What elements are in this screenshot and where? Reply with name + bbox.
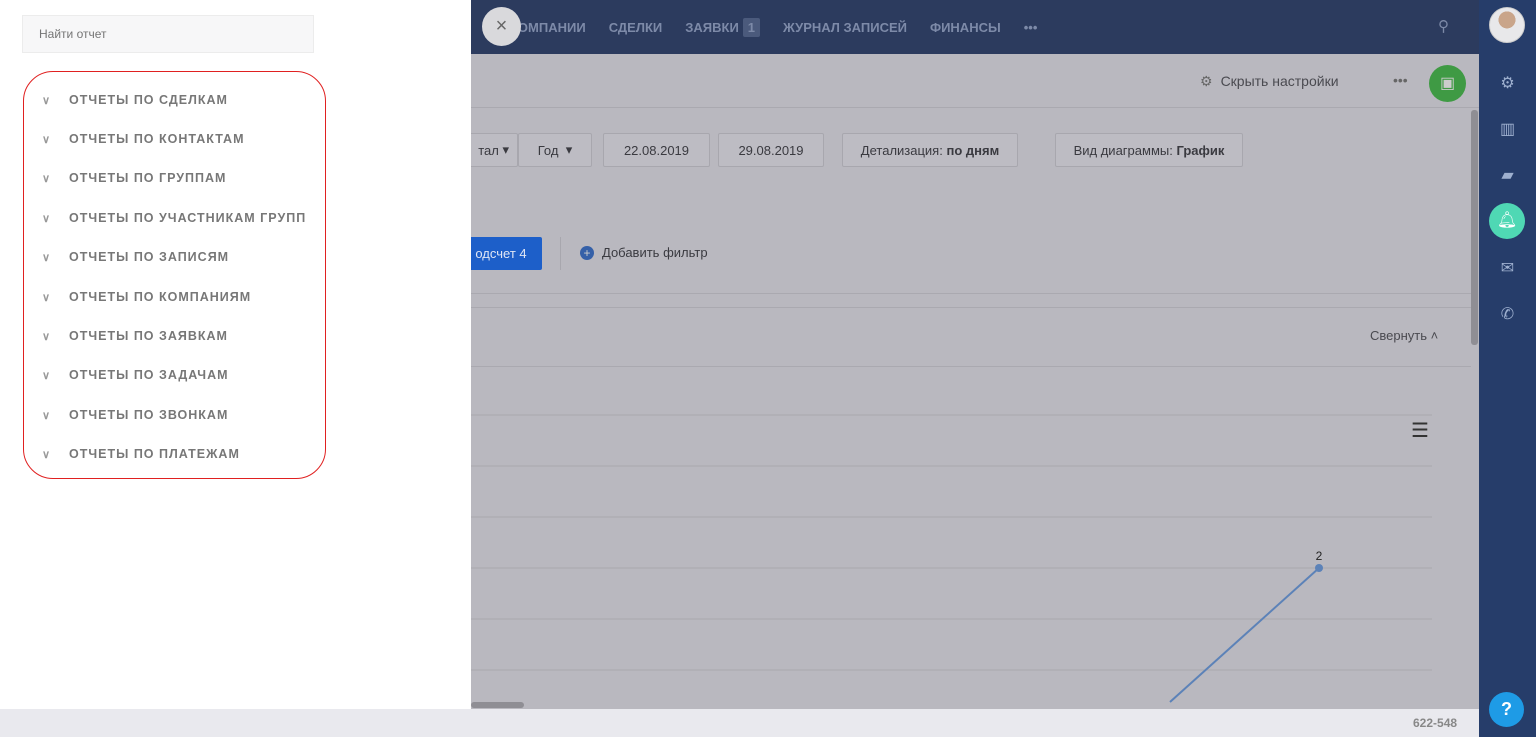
nav-requests[interactable]: ЗАЯВКИ 1 <box>685 17 761 37</box>
chevron-down-icon: ∨ <box>42 448 52 461</box>
report-group-calls[interactable]: ∨ ОТЧЕТЫ ПО ЗВОНКАМ <box>42 408 228 422</box>
more-button[interactable]: ••• <box>1393 72 1408 88</box>
collapse-button[interactable]: Свернуть ˄ <box>1370 328 1438 343</box>
detail-value: по дням <box>946 142 1000 158</box>
chevron-down-icon: ∨ <box>42 291 52 304</box>
save-icon[interactable]: ▣ <box>1429 65 1466 102</box>
data-label: 2 <box>1316 549 1323 563</box>
report-group-label: ОТЧЕТЫ ПО КОМПАНИЯМ <box>69 290 252 304</box>
report-group-companies[interactable]: ∨ ОТЧЕТЫ ПО КОМПАНИЯМ <box>42 290 251 304</box>
report-group-tasks[interactable]: ∨ ОТЧЕТЫ ПО ЗАДАЧАМ <box>42 368 229 382</box>
nav-more-button[interactable]: ••• <box>1024 20 1038 35</box>
add-filter-button[interactable]: + Добавить фильтр <box>580 245 708 260</box>
divider <box>471 293 1471 294</box>
nav-deals[interactable]: СДЕЛКИ <box>609 20 663 35</box>
chevron-down-icon: ∨ <box>42 251 52 264</box>
report-group-groups[interactable]: ∨ ОТЧЕТЫ ПО ГРУППАМ <box>42 171 226 185</box>
chevron-down-icon: ∨ <box>42 94 52 107</box>
report-search-input[interactable] <box>22 15 314 53</box>
requests-badge: 1 <box>742 17 761 37</box>
nav-requests-label: ЗАЯВКИ <box>685 19 739 35</box>
portal-value: тал <box>478 142 499 158</box>
chevron-down-icon: ∨ <box>42 330 52 343</box>
divider <box>471 366 1471 367</box>
hide-settings-button[interactable]: ⚙ Скрыть настройки <box>1200 73 1339 90</box>
report-group-label: ОТЧЕТЫ ПО ЗВОНКАМ <box>69 408 229 422</box>
chart-type-label: Вид диаграммы: <box>1073 142 1173 158</box>
chart: 2 <box>471 414 1432 703</box>
period-value: Год <box>537 142 559 158</box>
detail-select[interactable]: Детализация: по дням <box>842 133 1018 167</box>
chevron-down-icon: ∨ <box>42 212 52 225</box>
hide-settings-label: Скрыть настройки <box>1220 73 1339 89</box>
footer <box>0 709 1479 737</box>
detail-label: Детализация: <box>860 142 943 158</box>
report-group-label: ОТЧЕТЫ ПО ГРУППАМ <box>69 171 227 185</box>
series-line <box>1169 567 1320 703</box>
avatar[interactable] <box>1489 7 1525 43</box>
right-sidebar: ⚙ ▥ ▰ 🔔︎ ✉ ✆ ? <box>1479 0 1536 737</box>
mail-icon[interactable]: ✉ <box>1479 258 1536 278</box>
chart-type-select[interactable]: Вид диаграммы: График <box>1055 133 1243 167</box>
report-group-label: ОТЧЕТЫ ПО КОНТАКТАМ <box>69 132 245 146</box>
report-group-label: ОТЧЕТЫ ПО ЗАПИСЯМ <box>69 250 230 264</box>
vertical-scrollbar[interactable] <box>1471 110 1478 345</box>
help-icon[interactable]: ? <box>1489 692 1524 727</box>
report-group-group-members[interactable]: ∨ ОТЧЕТЫ ПО УЧАСТНИКАМ ГРУПП <box>42 211 306 225</box>
report-group-label: ОТЧЕТЫ ПО ПЛАТЕЖАМ <box>69 447 240 461</box>
date-to-input[interactable]: 29.08.2019 <box>718 133 824 167</box>
nav-journal[interactable]: ЖУРНАЛ ЗАПИСЕЙ <box>783 20 907 35</box>
report-group-label: ОТЧЕТЫ ПО ЗАДАЧАМ <box>69 368 229 382</box>
report-group-payments[interactable]: ∨ ОТЧЕТЫ ПО ПЛАТЕЖАМ <box>42 447 240 461</box>
footer-code: 622-548 <box>1413 716 1458 730</box>
report-group-deals[interactable]: ∨ ОТЧЕТЫ ПО СДЕЛКАМ <box>42 93 228 107</box>
search-icon[interactable]: ⚲ <box>1438 17 1449 35</box>
report-group-records[interactable]: ∨ ОТЧЕТЫ ПО ЗАПИСЯМ <box>42 250 229 264</box>
bell-icon[interactable]: 🔔︎ <box>1489 203 1525 239</box>
period-select[interactable]: Год ▾ <box>518 133 592 167</box>
divider <box>471 307 1471 308</box>
date-from-input[interactable]: 22.08.2019 <box>603 133 710 167</box>
reports-panel: ∨ОТЧЕТЫ ПО СДЕЛКАМ ∨ОТЧЕТЫ ПО КОНТАКТАМ … <box>0 0 471 709</box>
close-icon[interactable]: × <box>482 7 521 46</box>
report-group-label: ОТЧЕТЫ ПО ЗАЯВКАМ <box>69 329 228 343</box>
report-group-label: ОТЧЕТЫ ПО УЧАСТНИКАМ ГРУПП <box>69 211 307 225</box>
add-filter-label: Добавить фильтр <box>602 245 708 260</box>
nav-companies[interactable]: КОМПАНИИ <box>510 20 586 35</box>
count-button[interactable]: одсчет 4 <box>460 237 542 270</box>
chevron-down-icon: ∨ <box>42 409 52 422</box>
chart-type-value: График <box>1176 142 1225 158</box>
chevron-up-icon: ˄ <box>1430 328 1439 343</box>
phone-icon[interactable]: ✆ <box>1479 304 1536 324</box>
data-point[interactable] <box>1315 564 1323 572</box>
chat-icon[interactable]: ▰ <box>1479 165 1536 185</box>
collapse-label: Свернуть <box>1370 328 1428 343</box>
report-group-contacts[interactable]: ∨ ОТЧЕТЫ ПО КОНТАКТАМ <box>42 132 245 146</box>
divider <box>560 237 561 270</box>
chevron-down-icon: ∨ <box>42 369 52 382</box>
book-icon[interactable]: ▥ <box>1479 119 1536 139</box>
horizontal-scrollbar[interactable] <box>471 702 524 708</box>
plus-icon: + <box>580 246 594 260</box>
chevron-down-icon: ∨ <box>42 172 52 185</box>
nav-finance[interactable]: ФИНАНСЫ <box>930 20 1001 35</box>
report-group-requests[interactable]: ∨ ОТЧЕТЫ ПО ЗАЯВКАМ <box>42 329 228 343</box>
gear-icon[interactable]: ⚙ <box>1479 73 1536 93</box>
gear-icon: ⚙ <box>1200 73 1213 89</box>
report-group-label: ОТЧЕТЫ ПО СДЕЛКАМ <box>69 93 228 107</box>
chevron-down-icon: ∨ <box>42 133 52 146</box>
